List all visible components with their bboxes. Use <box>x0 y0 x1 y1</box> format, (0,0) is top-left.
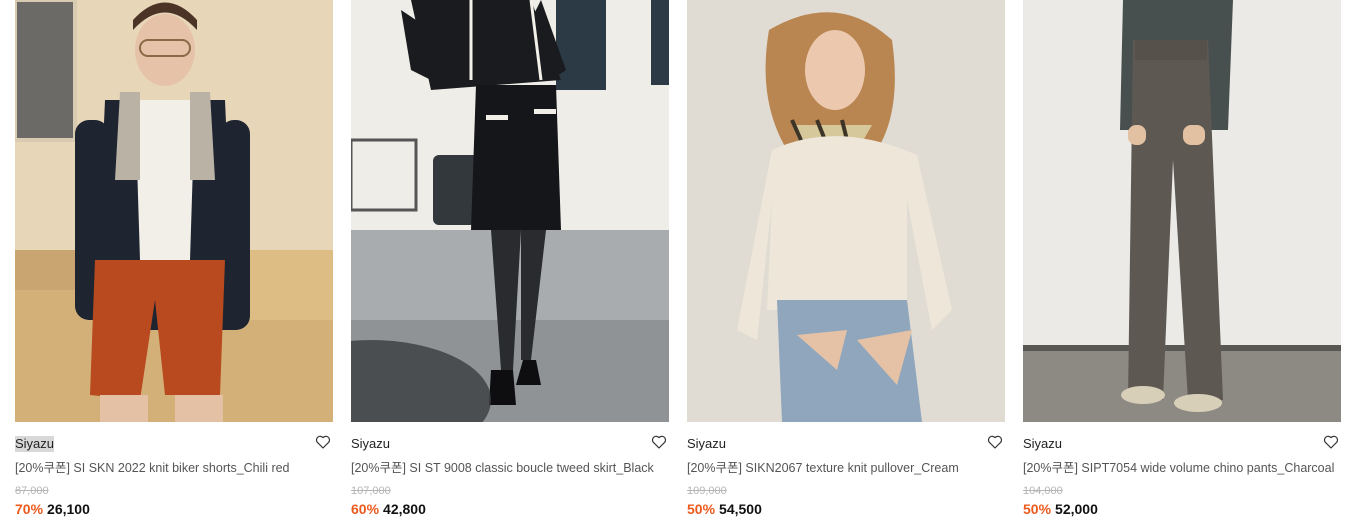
price-row: 70% 26,100 <box>15 501 90 517</box>
product-name[interactable]: [20%쿠폰] SI SKN 2022 knit biker shorts_Ch… <box>15 460 333 476</box>
discount-rate: 60% <box>351 501 380 517</box>
discount-rate: 50% <box>1023 501 1052 517</box>
product-grid: Siyazu [20%쿠폰] SI SKN 2022 knit biker sh… <box>0 0 1349 525</box>
product-image[interactable] <box>1023 0 1341 422</box>
sale-price: 52,000 <box>1055 501 1098 517</box>
original-price: 104,000 <box>1023 485 1063 497</box>
brand-row: Siyazu <box>15 434 333 454</box>
heart-outline-icon[interactable] <box>1323 434 1339 450</box>
price-row: 50% 52,000 <box>1023 501 1098 517</box>
sale-price: 26,100 <box>47 501 90 517</box>
product-card[interactable]: Siyazu [20%쿠폰] SIKN2067 texture knit pul… <box>687 0 1005 525</box>
original-price: 107,000 <box>351 485 391 497</box>
product-name[interactable]: [20%쿠폰] SI ST 9008 classic boucle tweed … <box>351 460 669 476</box>
sale-price: 42,800 <box>383 501 426 517</box>
brand-row: Siyazu <box>1023 434 1341 454</box>
heart-outline-icon[interactable] <box>651 434 667 450</box>
brand-name[interactable]: Siyazu <box>1023 436 1062 452</box>
price-row: 50% 54,500 <box>687 501 762 517</box>
discount-rate: 50% <box>687 501 716 517</box>
original-price: 109,000 <box>687 485 727 497</box>
product-image[interactable] <box>687 0 1005 422</box>
product-name[interactable]: [20%쿠폰] SIKN2067 texture knit pullover_C… <box>687 460 1005 476</box>
price-row: 60% 42,800 <box>351 501 426 517</box>
product-image[interactable] <box>351 0 669 422</box>
original-price: 87,000 <box>15 485 49 497</box>
product-card[interactable]: Siyazu [20%쿠폰] SIPT7054 wide volume chin… <box>1023 0 1341 525</box>
product-name[interactable]: [20%쿠폰] SIPT7054 wide volume chino pants… <box>1023 460 1341 476</box>
brand-name[interactable]: Siyazu <box>15 436 55 452</box>
discount-rate: 70% <box>15 501 44 517</box>
heart-outline-icon[interactable] <box>315 434 331 450</box>
product-card[interactable]: Siyazu [20%쿠폰] SI ST 9008 classic boucle… <box>351 0 669 525</box>
sale-price: 54,500 <box>719 501 762 517</box>
brand-name[interactable]: Siyazu <box>687 436 726 452</box>
product-image[interactable] <box>15 0 333 422</box>
heart-outline-icon[interactable] <box>987 434 1003 450</box>
product-card[interactable]: Siyazu [20%쿠폰] SI SKN 2022 knit biker sh… <box>15 0 333 525</box>
brand-row: Siyazu <box>351 434 669 454</box>
brand-name[interactable]: Siyazu <box>351 436 390 452</box>
brand-row: Siyazu <box>687 434 1005 454</box>
